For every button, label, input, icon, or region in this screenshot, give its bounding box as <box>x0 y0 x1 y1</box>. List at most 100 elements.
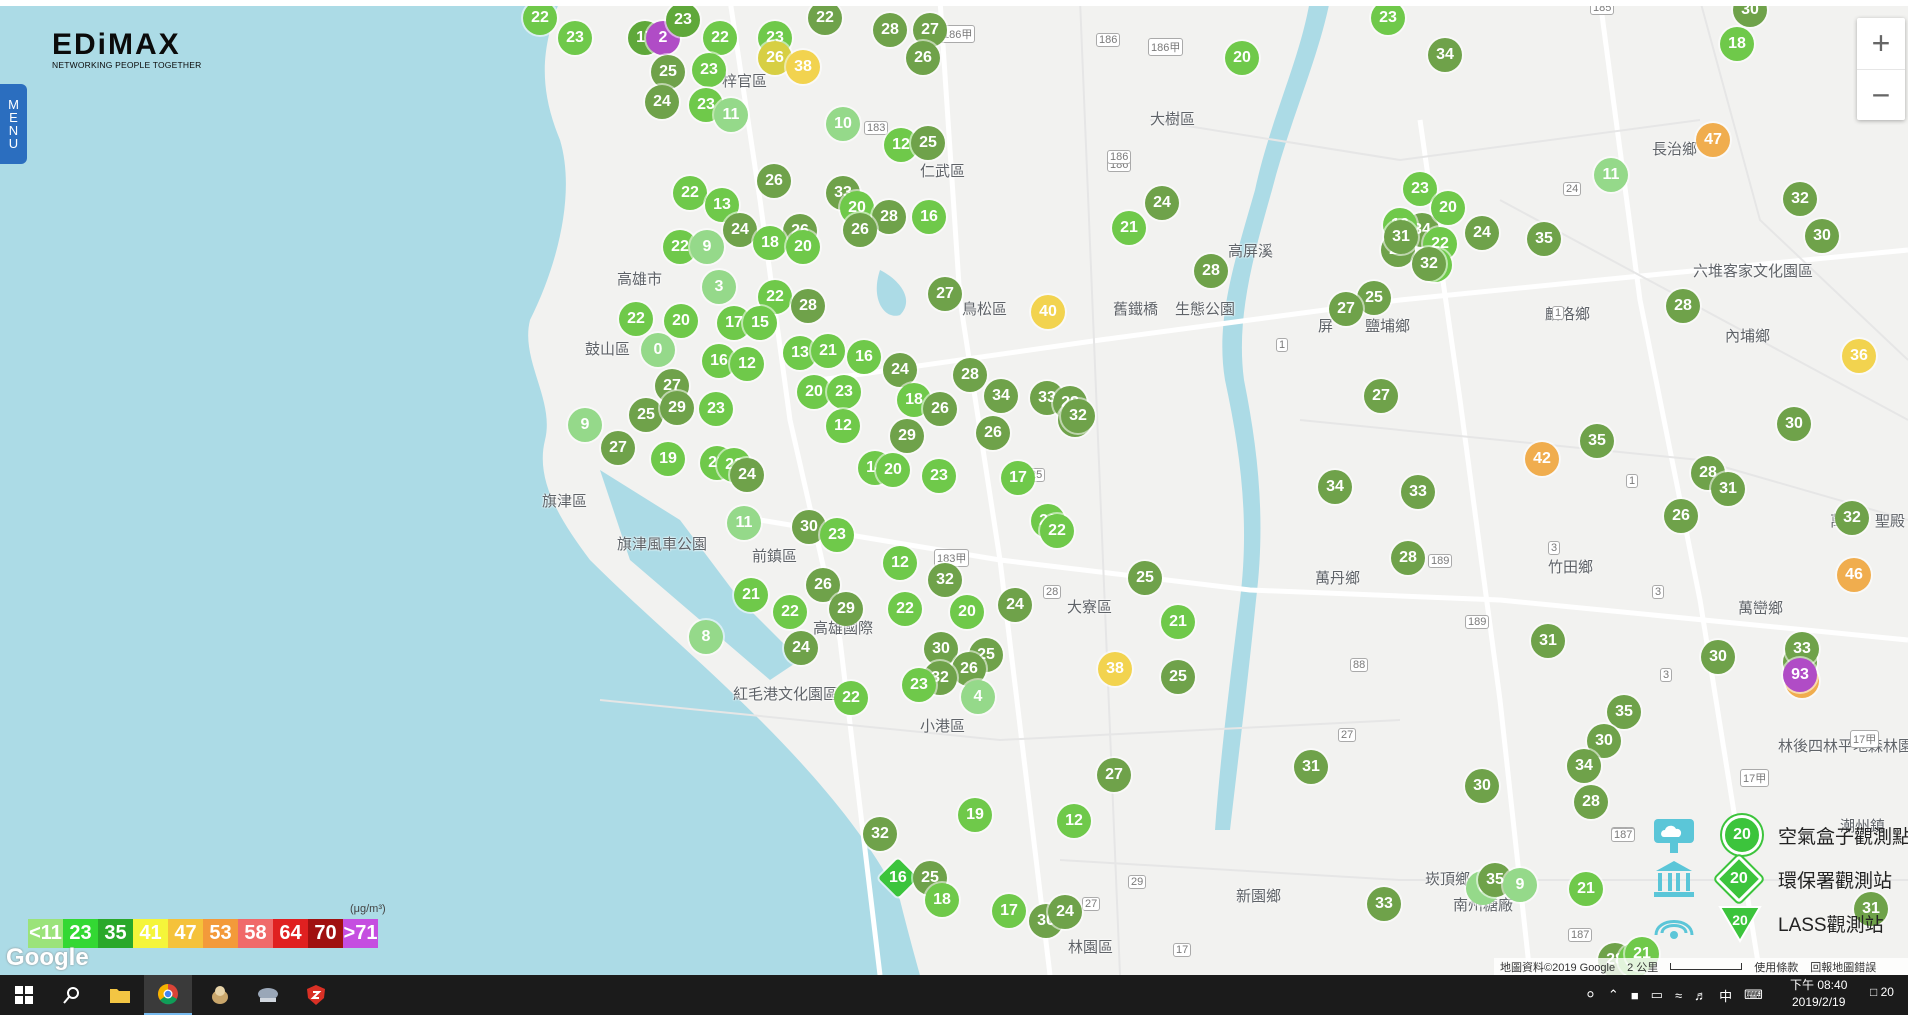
airbox-station-marker[interactable]: 26 <box>923 392 957 426</box>
airbox-station-marker[interactable]: 21 <box>1569 872 1603 906</box>
airbox-station-marker[interactable]: 17 <box>992 894 1026 928</box>
airbox-station-marker[interactable]: 17 <box>1001 461 1035 495</box>
airbox-station-marker[interactable]: 3 <box>702 270 736 304</box>
airbox-station-marker[interactable]: 23 <box>827 375 861 409</box>
airbox-station-marker[interactable]: 32 <box>1061 399 1095 433</box>
airbox-station-marker[interactable]: 12 <box>1057 804 1091 838</box>
airbox-station-marker[interactable]: 31 <box>1294 750 1328 784</box>
airbox-station-marker[interactable]: 20 <box>950 595 984 629</box>
airbox-station-marker[interactable]: 25 <box>1128 561 1162 595</box>
airbox-station-marker[interactable]: 35 <box>1607 695 1641 729</box>
airbox-station-marker[interactable]: 24 <box>784 631 818 665</box>
airbox-station-marker[interactable]: 9 <box>1503 868 1537 902</box>
people-icon[interactable]: ⚪ <box>1585 987 1596 1003</box>
app-button-network[interactable] <box>244 975 292 1015</box>
airbox-station-marker[interactable]: 22 <box>773 595 807 629</box>
airbox-station-marker[interactable]: 38 <box>1098 652 1132 686</box>
airbox-station-marker[interactable]: 35 <box>1527 222 1561 256</box>
airbox-station-marker[interactable]: 26 <box>906 41 940 75</box>
airbox-station-marker[interactable]: 23 <box>666 3 700 37</box>
airbox-station-marker[interactable]: 27 <box>928 277 962 311</box>
airbox-station-marker[interactable]: 35 <box>1580 424 1614 458</box>
airbox-station-marker[interactable]: 22 <box>673 176 707 210</box>
airbox-station-marker[interactable]: 23 <box>820 518 854 552</box>
edimax-logo[interactable]: EDiMAX NETWORKING PEOPLE TOGETHER <box>52 30 201 71</box>
menu-tab[interactable]: M E N U <box>0 84 27 164</box>
airbox-station-marker[interactable]: 24 <box>723 213 757 247</box>
taskbar-clock[interactable]: 下午 08:40 2019/2/19 <box>1790 977 1847 1011</box>
airbox-station-marker[interactable]: 32 <box>863 817 897 851</box>
airbox-station-marker[interactable]: 24 <box>998 588 1032 622</box>
airbox-station-marker[interactable]: 27 <box>601 431 635 465</box>
airbox-station-marker[interactable]: 23 <box>922 459 956 493</box>
airbox-station-marker[interactable]: 20 <box>1431 191 1465 225</box>
airbox-station-marker[interactable]: 20 <box>797 375 831 409</box>
airbox-station-marker[interactable]: 42 <box>1525 442 1559 476</box>
airbox-station-marker[interactable]: 19 <box>651 442 685 476</box>
airbox-station-marker[interactable]: 24 <box>883 353 917 387</box>
airbox-station-marker[interactable]: 28 <box>1574 785 1608 819</box>
airbox-station-marker[interactable]: 23 <box>699 392 733 426</box>
airbox-station-marker[interactable]: 38 <box>786 50 820 84</box>
airbox-station-marker[interactable]: 24 <box>645 85 679 119</box>
airbox-station-marker[interactable]: 27 <box>1329 292 1363 326</box>
chrome-button[interactable] <box>144 975 192 1015</box>
airbox-station-marker[interactable]: 25 <box>651 55 685 89</box>
airbox-station-marker[interactable]: 15 <box>743 306 777 340</box>
airbox-station-marker[interactable]: 22 <box>888 592 922 626</box>
airbox-station-marker[interactable]: 34 <box>984 379 1018 413</box>
airbox-station-marker[interactable]: 31 <box>1531 624 1565 658</box>
airbox-station-marker[interactable]: 26 <box>843 213 877 247</box>
airbox-station-marker[interactable]: 28 <box>1391 541 1425 575</box>
airbox-station-marker[interactable]: 27 <box>1364 379 1398 413</box>
file-explorer-button[interactable] <box>96 975 144 1015</box>
airbox-station-marker[interactable]: 20 <box>786 230 820 264</box>
airbox-station-marker[interactable]: 25 <box>629 398 663 432</box>
zoom-out-button[interactable]: − <box>1857 70 1905 121</box>
battery-icon[interactable]: ▭ <box>1651 987 1663 1003</box>
airbox-station-marker[interactable]: 28 <box>1194 254 1228 288</box>
airbox-station-marker[interactable]: 16 <box>912 200 946 234</box>
airbox-station-marker[interactable]: 93 <box>1783 658 1817 692</box>
airbox-station-marker[interactable]: 22 <box>808 1 842 35</box>
airbox-station-marker[interactable]: 4 <box>961 680 995 714</box>
airbox-station-marker[interactable]: 29 <box>660 391 694 425</box>
airbox-station-marker[interactable]: 28 <box>872 200 906 234</box>
airbox-station-marker[interactable]: 25 <box>911 126 945 160</box>
airbox-station-marker[interactable]: 11 <box>727 506 761 540</box>
notification-center-button[interactable]: □ 20 <box>1870 985 1894 999</box>
airbox-station-marker[interactable]: 26 <box>976 416 1010 450</box>
airbox-station-marker[interactable]: 21 <box>734 578 768 612</box>
airbox-station-marker[interactable]: 27 <box>1097 758 1131 792</box>
airbox-station-marker[interactable]: 28 <box>873 13 907 47</box>
airbox-station-marker[interactable]: 8 <box>689 620 723 654</box>
zoom-in-button[interactable]: + <box>1857 18 1905 70</box>
airbox-station-marker[interactable]: 32 <box>1783 182 1817 216</box>
airbox-station-marker[interactable]: 23 <box>1371 1 1405 35</box>
airbox-station-marker[interactable]: 32 <box>1835 501 1869 535</box>
airbox-station-marker[interactable]: 33 <box>1367 887 1401 921</box>
airbox-station-marker[interactable]: 22 <box>1040 514 1074 548</box>
airbox-station-marker[interactable]: 23 <box>692 53 726 87</box>
airbox-station-marker[interactable]: 29 <box>890 419 924 453</box>
airbox-station-marker[interactable]: 28 <box>791 289 825 323</box>
app-button-security[interactable] <box>292 975 340 1015</box>
airbox-station-marker[interactable]: 30 <box>1465 769 1499 803</box>
airbox-station-marker[interactable]: 47 <box>1696 123 1730 157</box>
airbox-station-marker[interactable]: 34 <box>1428 38 1462 72</box>
airbox-station-marker[interactable]: 10 <box>826 107 860 141</box>
airbox-station-marker[interactable]: 36 <box>1842 339 1876 373</box>
airbox-station-marker[interactable]: 12 <box>826 409 860 443</box>
airbox-station-marker[interactable]: 20 <box>664 304 698 338</box>
airbox-station-marker[interactable]: 24 <box>1145 186 1179 220</box>
airbox-station-marker[interactable]: 11 <box>1594 158 1628 192</box>
airbox-station-marker[interactable]: 28 <box>1666 289 1700 323</box>
airbox-station-marker[interactable]: 28 <box>953 358 987 392</box>
airbox-station-marker[interactable]: 22 <box>619 302 653 336</box>
airbox-station-marker[interactable]: 32 <box>928 563 962 597</box>
airbox-station-marker[interactable]: 26 <box>1664 499 1698 533</box>
airbox-station-marker[interactable]: 18 <box>925 883 959 917</box>
airbox-station-marker[interactable]: 32 <box>1412 247 1446 281</box>
wifi-icon[interactable]: ≈ <box>1675 988 1682 1003</box>
airbox-station-marker[interactable]: 21 <box>811 334 845 368</box>
